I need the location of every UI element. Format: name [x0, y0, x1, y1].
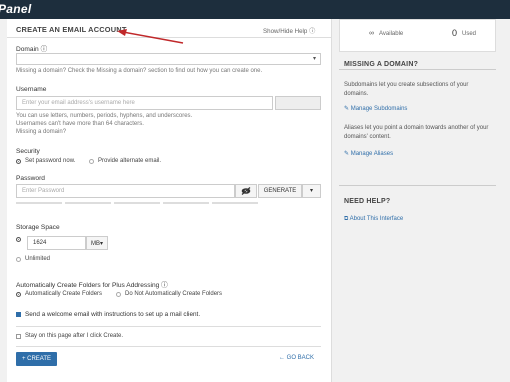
annotation-arrow-line [122, 31, 184, 44]
annotation-arrow [117, 29, 184, 44]
annotation-arrowhead [117, 29, 127, 36]
